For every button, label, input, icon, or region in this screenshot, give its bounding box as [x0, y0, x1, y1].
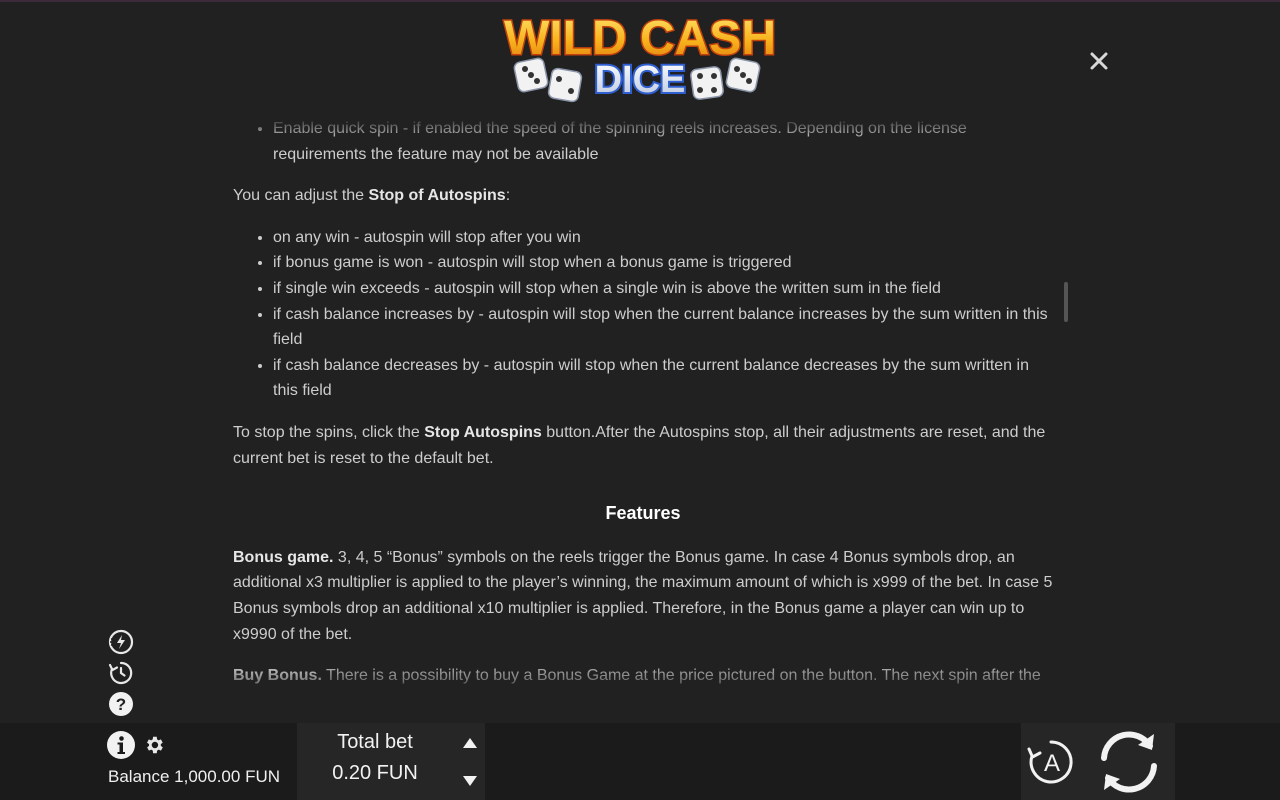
svg-text:?: ?: [116, 695, 126, 714]
buy-bonus-paragraph: Buy Bonus. There is a possibility to buy…: [233, 667, 1041, 685]
list-item: if cash balance increases by - autospin …: [273, 302, 1053, 353]
bet-increase-button[interactable]: [459, 733, 481, 753]
help-button[interactable]: ?: [108, 691, 134, 717]
list-item: on any win - autospin will stop after yo…: [273, 225, 1053, 251]
history-icon: [108, 661, 133, 685]
spin-icon: [1101, 731, 1157, 793]
autoplay-button[interactable]: A: [1026, 737, 1076, 787]
stop-autospins-intro: You can adjust the Stop of Autospins:: [233, 187, 511, 205]
dice-left2-icon: [547, 67, 583, 103]
turbo-button[interactable]: [108, 629, 134, 655]
list-item: if cash balance decreases by - autospin …: [273, 353, 1053, 404]
list-item: Enable quick spin - if enabled the speed…: [273, 116, 1053, 167]
dice-right2-icon: [725, 57, 761, 93]
rules-content[interactable]: Enable quick spin - if enabled the speed…: [233, 116, 1053, 700]
triangle-up-icon: [463, 738, 477, 748]
info-icon: [107, 731, 135, 759]
scrollbar-thumb[interactable]: [1064, 282, 1068, 322]
history-button[interactable]: [108, 660, 134, 686]
stop-options-list: on any win - autospin will stop after yo…: [233, 225, 1053, 404]
stop-autospins-paragraph: To stop the spins, click the Stop Autosp…: [233, 423, 1046, 467]
list-item: if single win exceeds - autospin will st…: [273, 276, 1053, 302]
logo-line2: DICE: [595, 59, 686, 101]
bonus-game-paragraph: Bonus game. 3, 4, 5 “Bonus” symbols on t…: [233, 548, 1053, 643]
balance-label: Balance: [108, 767, 170, 786]
svg-text:A: A: [1044, 750, 1060, 777]
dice-left-icon: [513, 57, 549, 93]
gear-icon: [147, 736, 163, 754]
quickspin-list: Enable quick spin - if enabled the speed…: [233, 116, 1053, 167]
features-heading: Features: [605, 503, 681, 524]
dice-right-icon: [690, 66, 724, 100]
logo-line1: WILD CASH: [504, 12, 776, 65]
settings-button[interactable]: [143, 734, 165, 756]
info-button[interactable]: [106, 730, 136, 760]
spin-button[interactable]: [1094, 728, 1164, 796]
triangle-down-icon: [463, 776, 477, 786]
autoplay-icon: A: [1027, 740, 1073, 784]
top-border: [0, 0, 1280, 2]
game-logo: WILD CASH DICE: [470, 4, 810, 104]
logo-art: WILD CASH DICE: [503, 11, 778, 104]
turbo-icon: [108, 629, 134, 655]
close-button[interactable]: [1084, 46, 1114, 76]
total-bet-label: Total bet: [337, 731, 413, 753]
help-icon: ?: [109, 692, 133, 716]
bet-decrease-button[interactable]: [459, 771, 481, 791]
total-bet-value: 0.20 FUN: [332, 762, 418, 784]
balance-display: Balance 1,000.00 FUN: [108, 767, 280, 787]
balance-value: 1,000.00 FUN: [174, 767, 281, 786]
list-item: if bonus game is won - autospin will sto…: [273, 250, 1053, 276]
close-icon: [1090, 52, 1108, 70]
